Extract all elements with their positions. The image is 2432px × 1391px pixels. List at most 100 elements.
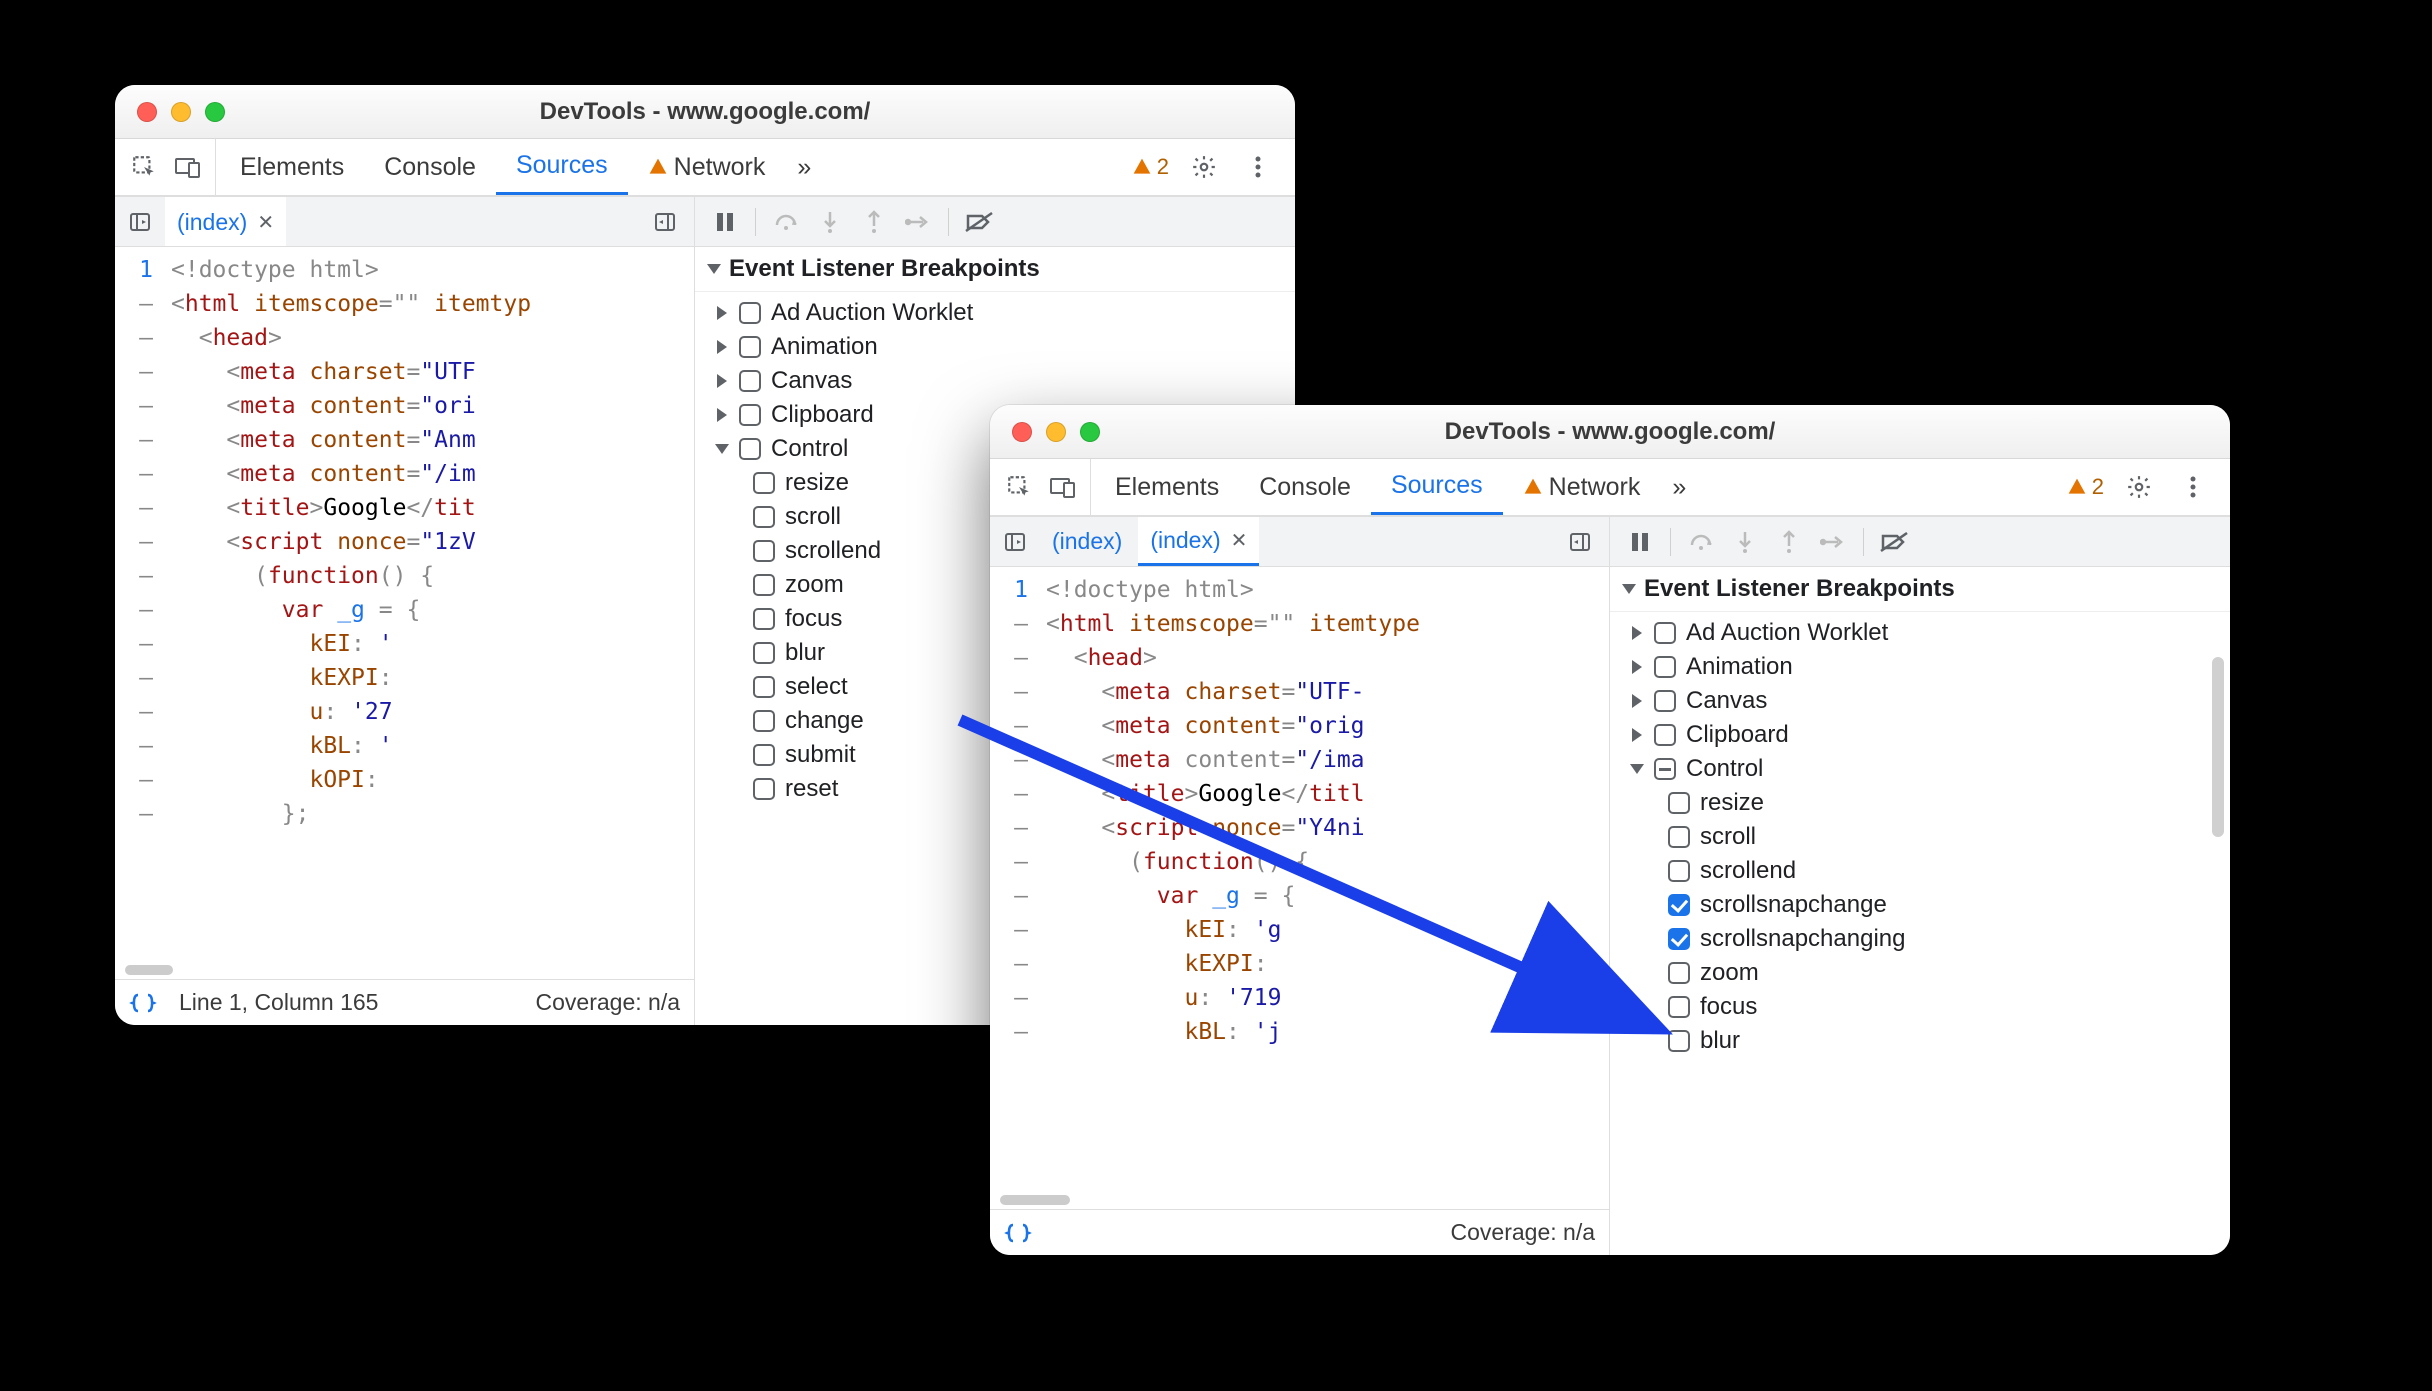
vertical-scrollbar[interactable]	[2212, 657, 2224, 837]
tab-elements[interactable]: Elements	[1095, 459, 1239, 515]
minimize-window-icon[interactable]	[171, 102, 191, 122]
step-over-icon[interactable]	[1683, 524, 1719, 560]
horizontal-scrollbar[interactable]	[125, 965, 173, 975]
code-editor[interactable]: 1<!doctype html>–<html itemscope="" item…	[115, 247, 694, 979]
checkbox[interactable]	[753, 710, 775, 732]
navigator-toggle-icon[interactable]	[123, 205, 157, 239]
tab-console[interactable]: Console	[364, 139, 496, 195]
pretty-print-icon[interactable]	[1004, 1221, 1032, 1245]
tab-console[interactable]: Console	[1239, 459, 1371, 515]
step-over-icon[interactable]	[768, 204, 804, 240]
bp-scrollend[interactable]: scrollend	[1616, 854, 2224, 888]
more-tabs-icon[interactable]: »	[785, 139, 823, 195]
window-titlebar[interactable]: DevTools - www.google.com/	[115, 85, 1295, 139]
checkbox[interactable]	[753, 778, 775, 800]
breakpoints-tree[interactable]: Ad Auction Worklet Animation Canvas Clip…	[1610, 612, 2230, 1255]
pretty-print-icon[interactable]	[129, 991, 157, 1015]
step-into-icon[interactable]	[1727, 524, 1763, 560]
category-animation[interactable]: Animation	[1616, 650, 2224, 684]
bp-zoom[interactable]: zoom	[1616, 956, 2224, 990]
kebab-menu-icon[interactable]	[1239, 148, 1277, 186]
close-tab-icon[interactable]: ✕	[1231, 528, 1248, 553]
checkbox[interactable]	[739, 336, 761, 358]
category-clipboard[interactable]: Clipboard	[1616, 718, 2224, 752]
more-tabs-icon[interactable]: »	[1660, 459, 1698, 515]
file-tab-index-b[interactable]: (index) ✕	[1138, 517, 1259, 566]
category-canvas[interactable]: Canvas	[701, 364, 1289, 398]
inspect-icon[interactable]	[1000, 468, 1038, 506]
checkbox-indeterminate[interactable]	[1654, 758, 1676, 780]
checkbox[interactable]	[1668, 792, 1690, 814]
checkbox[interactable]	[739, 404, 761, 426]
checkbox[interactable]	[1668, 860, 1690, 882]
kebab-menu-icon[interactable]	[2174, 468, 2212, 506]
close-window-icon[interactable]	[137, 102, 157, 122]
horizontal-scrollbar[interactable]	[1000, 1195, 1070, 1205]
tab-network[interactable]: Network	[628, 139, 786, 195]
tab-sources[interactable]: Sources	[496, 139, 628, 195]
inspect-icon[interactable]	[125, 148, 163, 186]
section-event-listener-breakpoints[interactable]: Event Listener Breakpoints	[695, 247, 1295, 292]
pause-icon[interactable]	[1622, 524, 1658, 560]
warning-badge[interactable]: 2	[1132, 154, 1169, 180]
step-out-icon[interactable]	[856, 204, 892, 240]
navigator-toggle-icon[interactable]	[998, 525, 1032, 559]
checkbox[interactable]	[753, 472, 775, 494]
category-ad-auction[interactable]: Ad Auction Worklet	[1616, 616, 2224, 650]
device-toolbar-icon[interactable]	[169, 148, 207, 186]
checkbox[interactable]	[753, 506, 775, 528]
bp-scroll[interactable]: scroll	[1616, 820, 2224, 854]
checkbox[interactable]	[1654, 656, 1676, 678]
category-control[interactable]: Control	[1616, 752, 2224, 786]
bp-focus[interactable]: focus	[1616, 990, 2224, 1024]
step-into-icon[interactable]	[812, 204, 848, 240]
file-tab-index-a[interactable]: (index)	[1040, 517, 1134, 566]
step-out-icon[interactable]	[1771, 524, 1807, 560]
deactivate-breakpoints-icon[interactable]	[961, 204, 997, 240]
checkbox[interactable]	[1654, 622, 1676, 644]
checkbox[interactable]	[1654, 690, 1676, 712]
checkbox[interactable]	[753, 608, 775, 630]
checkbox[interactable]	[739, 438, 761, 460]
checkbox[interactable]	[753, 676, 775, 698]
category-animation[interactable]: Animation	[701, 330, 1289, 364]
checkbox[interactable]	[1668, 962, 1690, 984]
checkbox[interactable]	[753, 574, 775, 596]
bp-scrollsnapchanging[interactable]: scrollsnapchanging	[1616, 922, 2224, 956]
checkbox[interactable]	[739, 370, 761, 392]
pause-icon[interactable]	[707, 204, 743, 240]
bp-resize[interactable]: resize	[1616, 786, 2224, 820]
close-window-icon[interactable]	[1012, 422, 1032, 442]
settings-icon[interactable]	[2120, 468, 2158, 506]
checkbox[interactable]	[1668, 826, 1690, 848]
debugger-toggle-icon[interactable]	[1563, 525, 1597, 559]
tab-elements[interactable]: Elements	[220, 139, 364, 195]
device-toolbar-icon[interactable]	[1044, 468, 1082, 506]
bp-blur[interactable]: blur	[1616, 1024, 2224, 1058]
window-titlebar[interactable]: DevTools - www.google.com/	[990, 405, 2230, 459]
code-editor[interactable]: 1<!doctype html>–<html itemscope="" item…	[990, 567, 1609, 1209]
checkbox[interactable]	[1668, 1030, 1690, 1052]
warning-badge[interactable]: 2	[2067, 474, 2104, 500]
checkbox-checked[interactable]	[1668, 928, 1690, 950]
checkbox[interactable]	[1654, 724, 1676, 746]
checkbox[interactable]	[753, 744, 775, 766]
close-tab-icon[interactable]: ✕	[257, 210, 274, 235]
settings-icon[interactable]	[1185, 148, 1223, 186]
deactivate-breakpoints-icon[interactable]	[1876, 524, 1912, 560]
tab-sources[interactable]: Sources	[1371, 459, 1503, 515]
step-icon[interactable]	[1815, 524, 1851, 560]
category-canvas[interactable]: Canvas	[1616, 684, 2224, 718]
section-event-listener-breakpoints[interactable]: Event Listener Breakpoints	[1610, 567, 2230, 612]
checkbox[interactable]	[1668, 996, 1690, 1018]
bp-scrollsnapchange[interactable]: scrollsnapchange	[1616, 888, 2224, 922]
zoom-window-icon[interactable]	[1080, 422, 1100, 442]
checkbox-checked[interactable]	[1668, 894, 1690, 916]
debugger-toggle-icon[interactable]	[648, 205, 682, 239]
checkbox[interactable]	[739, 302, 761, 324]
zoom-window-icon[interactable]	[205, 102, 225, 122]
file-tab-index[interactable]: (index) ✕	[165, 197, 286, 246]
step-icon[interactable]	[900, 204, 936, 240]
checkbox[interactable]	[753, 642, 775, 664]
category-ad-auction[interactable]: Ad Auction Worklet	[701, 296, 1289, 330]
